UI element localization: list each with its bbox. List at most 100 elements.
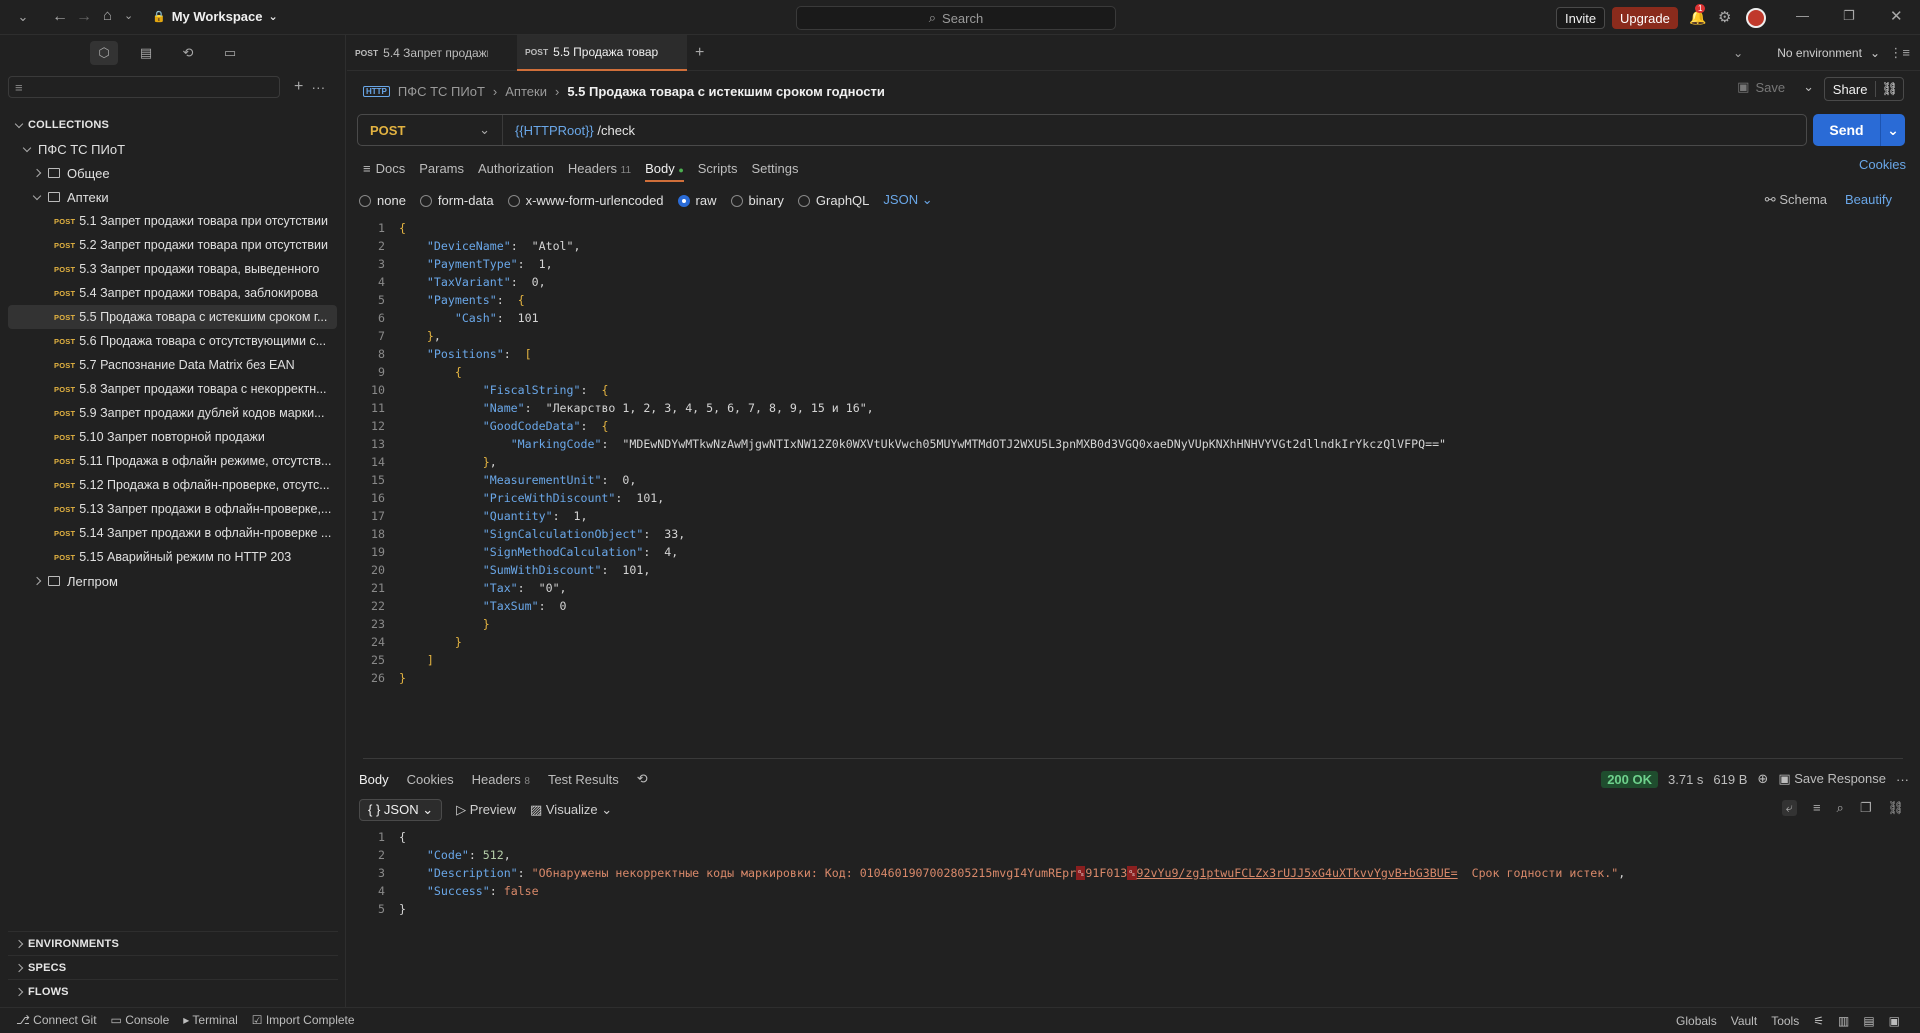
tab-body[interactable]: Body ● [645, 161, 684, 182]
request-item[interactable]: POST 5.4 Запрет продажи товара, заблокиро… [0, 281, 345, 305]
radio-none[interactable]: none [359, 193, 406, 208]
forward-arrow-icon[interactable]: → [76, 8, 92, 26]
breadcrumb-folder[interactable]: Аптеки [505, 84, 547, 99]
response-body[interactable]: 1{ 2 "Code": 512, 3 "Description": "Обна… [363, 828, 1903, 918]
home-icon[interactable]: ⌂ [103, 7, 112, 24]
tools-button[interactable]: Tools [1771, 1014, 1799, 1028]
request-item[interactable]: POST 5.2 Запрет продажи товара при отсутс… [0, 233, 345, 257]
layout-full-icon[interactable]: ▣ [1889, 1014, 1900, 1028]
more-icon[interactable]: ··· [311, 79, 325, 95]
breadcrumb-collection[interactable]: ПФС ТС ПИоТ [398, 84, 485, 99]
send-dropdown-icon[interactable]: ⌄ [1881, 122, 1905, 139]
format-select[interactable]: JSON ⌄ [883, 192, 932, 208]
resp-tab-cookies[interactable]: Cookies [407, 772, 454, 787]
invite-button[interactable]: Invite [1556, 7, 1606, 29]
back-arrow-icon[interactable]: ← [52, 8, 68, 26]
wrap-icon[interactable]: ⤶ [1781, 800, 1797, 816]
resp-tab-tests[interactable]: Test Results [548, 772, 619, 787]
gear-icon[interactable]: ⚙ [1718, 8, 1731, 26]
tab-request-5-4[interactable]: POST 5.4 Запрет продажи то [347, 35, 517, 71]
beautify-button[interactable]: Beautify [1845, 192, 1892, 208]
terminal-button[interactable]: ▸ Terminal [183, 1013, 238, 1027]
request-item[interactable]: POST 5.6 Продажа товара с отсутствующими … [0, 329, 345, 353]
radio-form-data[interactable]: form-data [419, 193, 494, 208]
request-title[interactable]: 5.5 Продажа товара с истекшим сроком год… [567, 84, 885, 99]
minimize-icon[interactable]: — [1796, 8, 1809, 23]
layout-bottom-icon[interactable]: ▤ [1863, 1014, 1874, 1028]
resp-tab-headers[interactable]: Headers 8 [472, 772, 530, 787]
send-button[interactable]: Send ⌄ [1813, 114, 1905, 146]
layout-settings-icon[interactable]: ⚟ [1813, 1014, 1824, 1028]
url-input[interactable]: {{HTTPRoot}} /check [503, 123, 635, 138]
filter-icon[interactable]: ≡ [1813, 800, 1821, 816]
status-badge[interactable]: 200 OK [1601, 770, 1658, 788]
request-item[interactable]: POST 5.15 Аварийный режим по HTTP 203 [0, 545, 345, 569]
request-item[interactable]: POST 5.7 Распознание Data Matrix без EAN [0, 353, 345, 377]
tab-scripts[interactable]: Scripts [698, 161, 738, 176]
request-item[interactable]: POST 5.14 Запрет продажи в офлайн-проверк… [0, 521, 345, 545]
link-icon[interactable]: ⛓ [1887, 800, 1904, 816]
filter-input[interactable]: ≡ [8, 76, 280, 98]
response-time[interactable]: 3.71 s [1668, 772, 1703, 787]
request-item[interactable]: POST 5.12 Продажа в офлайн-проверке, отсу… [0, 473, 345, 497]
chevron-down-icon[interactable]: ⌄ [1803, 79, 1814, 95]
layout-split-icon[interactable]: ▥ [1838, 1014, 1849, 1028]
request-item[interactable]: POST 5.9 Запрет продажи дублей кодов марк… [0, 401, 345, 425]
env-settings-icon[interactable]: ⋮≡ [1889, 45, 1910, 61]
response-size[interactable]: 619 B [1713, 772, 1747, 787]
request-item[interactable]: POST 5.5 Продажа товара с истекшим сроком… [8, 305, 337, 329]
restore-icon[interactable]: ❐ [1843, 8, 1855, 24]
save-button[interactable]: ▣ Save ⌄ [1737, 79, 1814, 95]
files-tab-icon[interactable]: ▭ [216, 41, 244, 65]
link-icon[interactable]: ⛓ [1875, 81, 1903, 97]
more-icon[interactable]: ··· [1896, 772, 1909, 787]
environment-selector[interactable]: ⌄ No environment ⌄ [1733, 35, 1880, 71]
visualize-button[interactable]: ▨ Visualize ⌄ [530, 802, 612, 818]
tab-params[interactable]: Params [419, 161, 464, 176]
cookies-link[interactable]: Cookies [1859, 157, 1906, 172]
request-item[interactable]: POST 5.10 Запрет повторной продажи [0, 425, 345, 449]
environments-tab-icon[interactable]: ▤ [132, 41, 160, 65]
history-icon[interactable]: ⟲ [637, 771, 648, 787]
tab-request-5-5[interactable]: POST 5.5 Продажа товара с и [517, 34, 687, 71]
tab-headers[interactable]: Headers 11 [568, 161, 631, 176]
flows-header[interactable]: FLOWS [8, 979, 338, 1003]
tab-settings[interactable]: Settings [752, 161, 799, 176]
home-dropdown-icon[interactable]: ⌄ [124, 9, 133, 22]
request-item[interactable]: POST 5.11 Продажа в офлайн режиме, отсутс… [0, 449, 345, 473]
request-item[interactable]: POST 5.1 Запрет продажи товара при отсутс… [0, 209, 345, 233]
folder-row-pharmacy[interactable]: Аптеки [0, 185, 345, 209]
share-button[interactable]: Share ⛓ [1823, 77, 1904, 101]
history-tab-icon[interactable]: ⟲ [174, 41, 202, 65]
collections-header[interactable]: COLLECTIONS [0, 113, 345, 137]
close-icon[interactable]: ✕ [1890, 7, 1903, 25]
radio-urlencoded[interactable]: x-www-form-urlencoded [507, 193, 664, 208]
radio-graphql[interactable]: GraphQL [797, 193, 869, 208]
resp-tab-body[interactable]: Body [359, 772, 389, 787]
specs-header[interactable]: SPECS [8, 955, 338, 979]
copy-icon[interactable]: ❐ [1860, 800, 1872, 816]
tab-docs[interactable]: ≡ Docs [363, 161, 405, 176]
radio-binary[interactable]: binary [730, 193, 784, 208]
collections-tab-icon[interactable]: ⬡ [90, 41, 118, 65]
request-item[interactable]: POST 5.13 Запрет продажи в офлайн-проверк… [0, 497, 345, 521]
upgrade-button[interactable]: Upgrade [1612, 7, 1678, 29]
folder-row-general[interactable]: Общее [0, 161, 345, 185]
tab-authorization[interactable]: Authorization [478, 161, 554, 176]
globals-button[interactable]: Globals [1676, 1014, 1717, 1028]
folder-row-light[interactable]: Легпром [0, 569, 345, 593]
collection-row[interactable]: ПФС ТС ПИоТ [0, 137, 345, 161]
add-icon[interactable]: + [294, 78, 303, 96]
workspace-selector[interactable]: 🔒 My Workspace ⌄ [152, 9, 278, 24]
menu-chevron-icon[interactable]: ⌄ [16, 9, 30, 24]
response-format-select[interactable]: { } JSON ⌄ [359, 799, 443, 821]
preview-button[interactable]: ▷ Preview [456, 802, 516, 818]
new-tab-icon[interactable]: + [695, 44, 704, 62]
vault-button[interactable]: Vault [1731, 1014, 1757, 1028]
method-select[interactable]: POST ⌄ [358, 115, 503, 145]
radio-raw[interactable]: raw [677, 193, 717, 208]
console-button[interactable]: ▭ Console [111, 1013, 170, 1027]
connect-git-button[interactable]: ⎇ Connect Git [16, 1013, 97, 1027]
schema-button[interactable]: ⚯ Schema [1765, 192, 1827, 208]
search-icon[interactable]: ⌕ [1837, 800, 1844, 816]
